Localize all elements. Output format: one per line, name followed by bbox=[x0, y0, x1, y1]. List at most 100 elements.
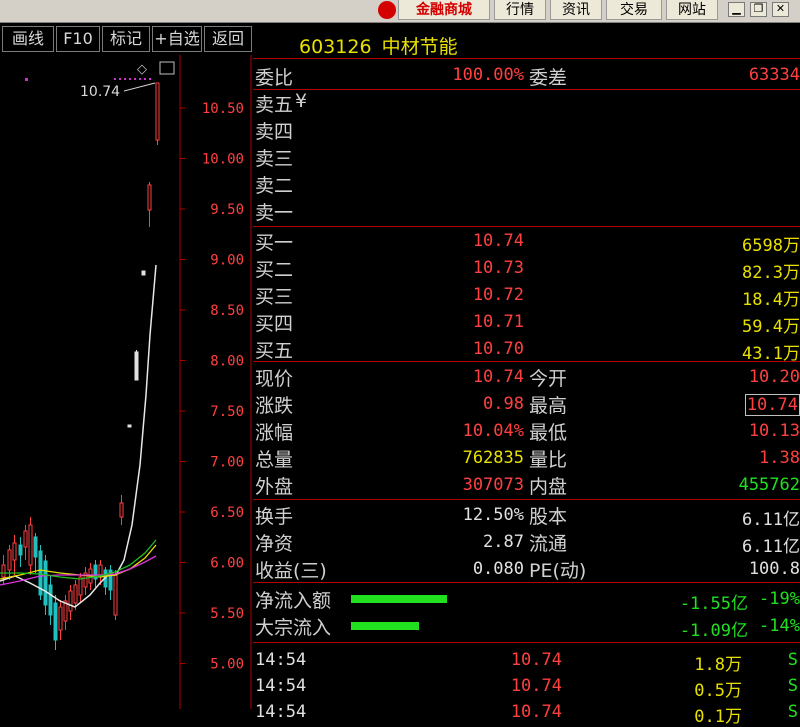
axis-tick-label: 6.50 bbox=[210, 505, 244, 521]
back-button[interactable]: 返回 bbox=[204, 26, 252, 52]
ma-line-magenta bbox=[0, 555, 157, 586]
stat-label: 涨跌 bbox=[255, 395, 294, 417]
tick-time: 14:54 bbox=[255, 650, 307, 670]
kline-chart[interactable]: 10.50 10.00 9.50 9.00 8.50 8.00 7.50 7.00 6.50 6.… bbox=[0, 55, 252, 709]
candle-body bbox=[134, 351, 139, 381]
candle-body bbox=[33, 536, 38, 558]
axis-tick-label: 7.50 bbox=[210, 404, 244, 420]
weibi-value: 100.00% bbox=[452, 65, 524, 85]
stat-value: 10.20 bbox=[748, 367, 800, 387]
flow-label: 净流入额 bbox=[255, 590, 332, 612]
mall-logo-icon bbox=[378, 1, 396, 19]
stat-value: 10.74 bbox=[744, 394, 800, 416]
chart-toggle-icon[interactable] bbox=[159, 61, 175, 75]
last-price-annotation: 10.74 bbox=[80, 84, 120, 100]
yuan-icon: ¥ bbox=[295, 90, 308, 112]
buy-level-label: 买四 bbox=[255, 313, 294, 335]
candle-body bbox=[68, 590, 73, 612]
stat-label: 总量 bbox=[255, 449, 294, 471]
restore-icon[interactable]: ❐ bbox=[750, 2, 767, 17]
menu-button-site[interactable]: 网站 bbox=[666, 0, 718, 20]
candle-body bbox=[12, 542, 17, 561]
tick-time: 14:54 bbox=[255, 702, 307, 722]
buy-volume: 6598万 bbox=[742, 236, 800, 256]
draw-line-button[interactable]: 画线 bbox=[2, 26, 54, 52]
ma-line-yellow bbox=[0, 544, 157, 580]
buy-volume: 18.4万 bbox=[742, 290, 800, 310]
buy-volume: 59.4万 bbox=[742, 317, 800, 337]
stock-name: 中材节能 bbox=[381, 36, 458, 58]
fund-value: 6.11亿 bbox=[742, 510, 800, 530]
stat-label: 外盘 bbox=[255, 476, 294, 498]
fund-label: 收益(三) bbox=[255, 560, 327, 582]
buy-price: 10.71 bbox=[472, 312, 524, 332]
buy-volume: 82.3万 bbox=[742, 263, 800, 283]
candle-body bbox=[53, 602, 58, 641]
tick-price: 10.74 bbox=[510, 676, 562, 696]
candle-body bbox=[141, 270, 146, 276]
stock-title: 603126 中材节能 bbox=[299, 32, 458, 59]
axis-tick-label: 9.50 bbox=[210, 202, 244, 218]
sell-level-label: 卖四 bbox=[255, 121, 294, 143]
kline-chart-canvas: 10.50 10.00 9.50 9.00 8.50 8.00 7.50 7.00 6.50 6.… bbox=[0, 55, 252, 709]
fund-label: 股本 bbox=[529, 506, 568, 528]
stat-value: 307073 bbox=[462, 475, 524, 495]
axis-tick-label: 7.00 bbox=[210, 455, 244, 471]
flow-bar bbox=[351, 622, 419, 630]
candle-body bbox=[43, 560, 48, 606]
stat-label: 现价 bbox=[255, 368, 294, 390]
divider bbox=[253, 89, 800, 90]
mall-button[interactable]: 金融商城 bbox=[398, 0, 490, 20]
stat-label: 内盘 bbox=[529, 476, 568, 498]
fund-label: 换手 bbox=[255, 506, 294, 528]
fund-label: PE(动) bbox=[529, 560, 587, 582]
stat-value: 762835 bbox=[462, 448, 524, 468]
menu-button-news[interactable]: 资讯 bbox=[550, 0, 602, 20]
fund-value: 100.8 bbox=[748, 559, 800, 579]
tick-row[interactable]: 14:54 10.74 0.5万 S bbox=[253, 673, 800, 701]
candle-body bbox=[28, 524, 33, 566]
axis-tick-label: 8.00 bbox=[210, 354, 244, 370]
candle-body bbox=[7, 549, 12, 571]
buy-level-label: 买五 bbox=[255, 340, 294, 362]
axis-tick-label: 6.00 bbox=[210, 556, 244, 572]
chart-toolbar: 画线 F10 标记 +自选 返回 bbox=[0, 26, 252, 53]
menu-button-quote[interactable]: 行情 bbox=[494, 0, 546, 20]
candle-body bbox=[127, 424, 132, 428]
stat-value: 10.04% bbox=[462, 421, 524, 441]
mark-button[interactable]: 标记 bbox=[102, 26, 150, 52]
stat-label: 涨幅 bbox=[255, 422, 294, 444]
divider bbox=[253, 58, 800, 59]
stat-value: 455762 bbox=[738, 475, 800, 495]
tick-price: 10.74 bbox=[510, 702, 562, 722]
fund-value: 0.080 bbox=[472, 559, 524, 579]
tick-side: S bbox=[787, 650, 798, 670]
divider bbox=[253, 642, 800, 643]
tick-price: 10.74 bbox=[510, 650, 562, 670]
buy-price: 10.72 bbox=[472, 285, 524, 305]
axis-tick-label: 10.00 bbox=[202, 152, 244, 168]
divider bbox=[253, 226, 800, 227]
fund-label: 净资 bbox=[255, 533, 294, 555]
tick-row[interactable]: 14:54 10.74 0.1万 S bbox=[253, 699, 800, 727]
tick-time: 14:54 bbox=[255, 676, 307, 696]
stock-code: 603126 bbox=[299, 36, 372, 58]
divider bbox=[253, 582, 800, 583]
buy-level-label: 买二 bbox=[255, 259, 294, 281]
add-watchlist-button[interactable]: +自选 bbox=[152, 26, 202, 52]
diamond-icon: ◇ bbox=[137, 62, 147, 77]
axis-tick-label: 10.50 bbox=[202, 101, 244, 117]
close-icon[interactable]: ✕ bbox=[772, 2, 789, 17]
candle-body bbox=[155, 82, 160, 141]
fund-value: 2.87 bbox=[483, 532, 524, 552]
tick-row[interactable]: 14:54 10.74 1.8万 S bbox=[253, 647, 800, 675]
axis-tick-label: 5.50 bbox=[210, 606, 244, 622]
f10-button[interactable]: F10 bbox=[56, 26, 100, 52]
flow-value: -1.55亿 bbox=[679, 594, 748, 614]
stat-value: 10.74 bbox=[472, 367, 524, 387]
fund-value: 12.50% bbox=[462, 505, 524, 525]
menu-button-trade[interactable]: 交易 bbox=[606, 0, 662, 20]
tick-volume: 0.1万 bbox=[694, 707, 742, 727]
minimize-icon[interactable]: ▁ bbox=[728, 2, 745, 17]
tick-side: S bbox=[787, 676, 798, 696]
